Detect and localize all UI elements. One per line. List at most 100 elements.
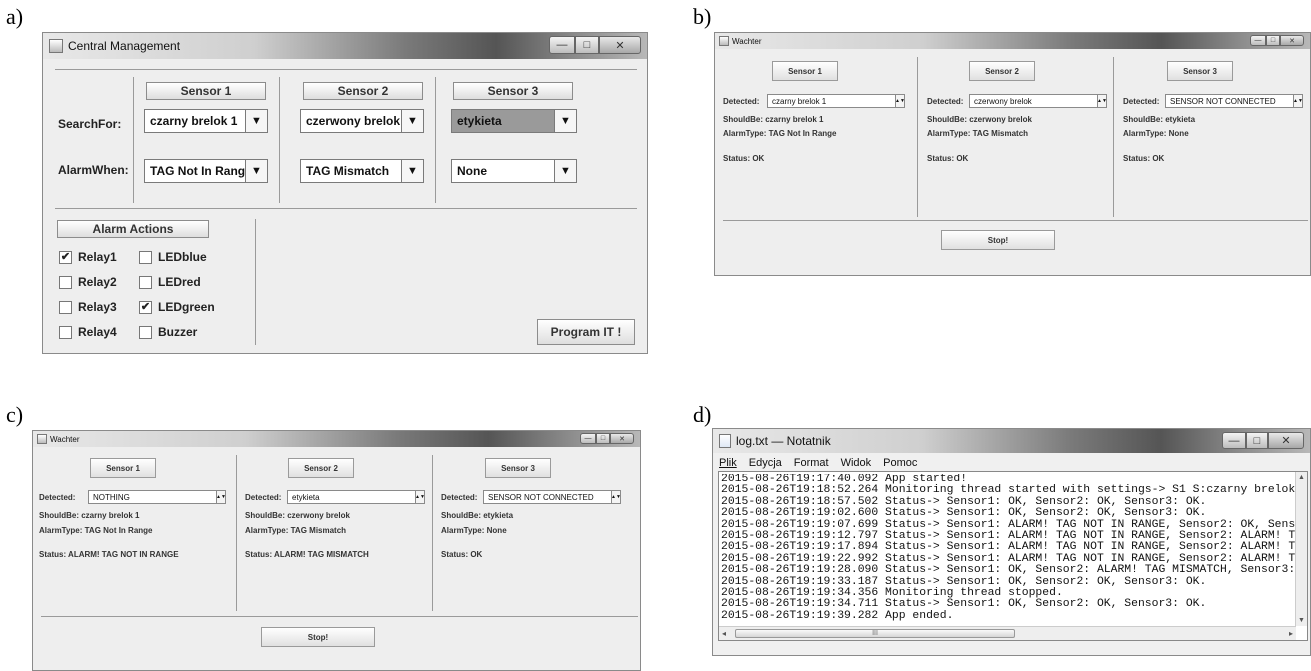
- search-for-sensor-3-select[interactable]: etykieta ▼: [451, 109, 577, 133]
- shouldbe-text: ShouldBe: czarny brelok 1: [723, 115, 824, 124]
- stop-button[interactable]: Stop!: [941, 230, 1055, 250]
- panel-label-d: d): [693, 402, 712, 427]
- java-app-icon: [719, 36, 729, 46]
- close-button[interactable]: ✕: [1268, 432, 1304, 449]
- relay3-checkbox[interactable]: Relay3: [59, 300, 117, 314]
- shouldbe-text: ShouldBe: czarny brelok 1: [39, 511, 140, 520]
- panel-label-c: c): [6, 402, 24, 427]
- menu-pomoc[interactable]: Pomoc: [883, 457, 917, 469]
- status-text: Status: ALARM! TAG NOT IN RANGE: [39, 550, 179, 559]
- vertical-scrollbar[interactable]: ▲ ▼: [1295, 472, 1307, 626]
- window-title: Wachter: [50, 434, 80, 444]
- checkbox-icon: [139, 275, 152, 289]
- sensor-2-button[interactable]: Sensor 2: [303, 82, 423, 100]
- ledgreen-checkbox[interactable]: ✔ LEDgreen: [139, 300, 215, 314]
- scroll-left-icon[interactable]: ◂: [722, 629, 726, 638]
- scroll-thumb[interactable]: III: [735, 629, 1015, 638]
- scroll-up-icon[interactable]: ▲: [1298, 474, 1305, 481]
- ledred-checkbox[interactable]: LEDred: [139, 275, 201, 289]
- detected-sensor-2-spinner[interactable]: czerwony brelok ▲▼: [969, 94, 1107, 108]
- sensor-3-button[interactable]: Sensor 3: [1167, 61, 1233, 81]
- spinner-value: NOTHING: [93, 492, 130, 502]
- detected-label: Detected:: [927, 97, 964, 106]
- scroll-down-icon[interactable]: ▼: [1298, 617, 1305, 624]
- program-it-button[interactable]: Program IT !: [537, 319, 635, 345]
- sensor-2-button[interactable]: Sensor 2: [969, 61, 1035, 81]
- shouldbe-text: ShouldBe: czerwony brelok: [927, 115, 1032, 124]
- alarm-when-sensor-2-select[interactable]: TAG Mismatch ▼: [300, 159, 424, 183]
- maximize-button[interactable]: □: [1266, 35, 1280, 46]
- detected-sensor-3-spinner[interactable]: SENSOR NOT CONNECTED ▲▼: [483, 490, 621, 504]
- spinner-arrows-icon[interactable]: ▲▼: [895, 95, 905, 107]
- title-bar: Wachter — □ ✕: [715, 33, 1310, 49]
- sensor-1-button[interactable]: Sensor 1: [90, 458, 156, 478]
- relay4-checkbox[interactable]: Relay4: [59, 325, 117, 339]
- maximize-button[interactable]: □: [596, 433, 610, 444]
- spinner-arrows-icon[interactable]: ▲▼: [216, 491, 226, 503]
- text-area[interactable]: 2015-08-26T19:17:40.092 App started! 2015…: [718, 471, 1308, 641]
- checkbox-icon: [59, 275, 72, 289]
- minimize-button[interactable]: —: [1250, 35, 1266, 46]
- spinner-arrows-icon[interactable]: ▲▼: [1293, 95, 1303, 107]
- divider: [255, 219, 256, 345]
- maximize-button[interactable]: □: [1246, 432, 1268, 449]
- sensor-1-button[interactable]: Sensor 1: [772, 61, 838, 81]
- detected-label: Detected:: [39, 493, 76, 502]
- checkbox-label: Relay4: [78, 325, 117, 339]
- alarm-when-sensor-1-select[interactable]: TAG Not In Range ▼: [144, 159, 268, 183]
- checkbox-label: Relay3: [78, 300, 117, 314]
- detected-sensor-3-spinner[interactable]: SENSOR NOT CONNECTED ▲▼: [1165, 94, 1303, 108]
- sensor-1-button[interactable]: Sensor 1: [146, 82, 266, 100]
- spinner-arrows-icon[interactable]: ▲▼: [415, 491, 425, 503]
- dropdown-arrow-icon: ▼: [245, 110, 267, 132]
- search-for-sensor-1-select[interactable]: czarny brelok 1 ▼: [144, 109, 268, 133]
- menu-format[interactable]: Format: [794, 457, 829, 469]
- menu-widok[interactable]: Widok: [841, 457, 872, 469]
- close-button[interactable]: ✕: [610, 433, 634, 444]
- alarm-actions-button[interactable]: Alarm Actions: [57, 220, 209, 238]
- detected-sensor-1-spinner[interactable]: czarny brelok 1 ▲▼: [767, 94, 905, 108]
- status-text: Status: OK: [441, 550, 483, 559]
- panel-label-a: a): [6, 4, 24, 29]
- search-for-sensor-2-select[interactable]: czerwony brelok ▼: [300, 109, 424, 133]
- maximize-button[interactable]: □: [575, 36, 599, 54]
- checkbox-label: Relay1: [78, 250, 117, 264]
- title-bar: Wachter — □ ✕: [33, 431, 640, 447]
- checkbox-label: Buzzer: [158, 325, 198, 339]
- stop-button[interactable]: Stop!: [261, 627, 375, 647]
- spinner-arrows-icon[interactable]: ▲▼: [1097, 95, 1107, 107]
- alarmtype-text: AlarmType: TAG Not In Range: [39, 526, 153, 535]
- detected-sensor-1-spinner[interactable]: NOTHING ▲▼: [88, 490, 226, 504]
- spinner-value: SENSOR NOT CONNECTED: [488, 492, 594, 502]
- close-button[interactable]: ✕: [599, 36, 641, 54]
- minimize-button[interactable]: —: [580, 433, 596, 444]
- close-button[interactable]: ✕: [1280, 35, 1304, 46]
- menu-edycja[interactable]: Edycja: [749, 457, 782, 469]
- buzzer-checkbox[interactable]: Buzzer: [139, 325, 197, 339]
- minimize-button[interactable]: —: [1222, 432, 1246, 449]
- sensor-2-button[interactable]: Sensor 2: [288, 458, 354, 478]
- ledblue-checkbox[interactable]: LEDblue: [139, 250, 207, 264]
- sensor-3-button[interactable]: Sensor 3: [485, 458, 551, 478]
- panel-label-b: b): [693, 4, 712, 29]
- alarm-when-label: AlarmWhen:: [58, 163, 129, 177]
- relay1-checkbox[interactable]: ✔ Relay1: [59, 250, 117, 264]
- checkbox-icon: [139, 325, 152, 339]
- checkbox-icon: [59, 325, 72, 339]
- scroll-right-icon[interactable]: ▸: [1289, 629, 1293, 638]
- minimize-button[interactable]: —: [549, 36, 575, 54]
- menu-plik[interactable]: Plik: [719, 457, 737, 469]
- log-line: 2015-08-26T19:19:02.600 Status-> Sensor1…: [721, 507, 1207, 520]
- relay2-checkbox[interactable]: Relay2: [59, 275, 117, 289]
- shouldbe-text: ShouldBe: czerwony brelok: [245, 511, 350, 520]
- divider: [723, 220, 1308, 221]
- horizontal-scrollbar[interactable]: ◂ III ▸: [719, 626, 1296, 640]
- checkbox-checked-icon: ✔: [59, 250, 72, 264]
- dropdown-arrow-icon: ▼: [554, 110, 576, 132]
- title-bar: Central Management — □ ✕: [43, 33, 647, 59]
- spinner-arrows-icon[interactable]: ▲▼: [611, 491, 621, 503]
- detected-sensor-2-spinner[interactable]: etykieta ▲▼: [287, 490, 425, 504]
- divider: [55, 69, 637, 70]
- alarm-when-sensor-3-select[interactable]: None ▼: [451, 159, 577, 183]
- sensor-3-button[interactable]: Sensor 3: [453, 82, 573, 100]
